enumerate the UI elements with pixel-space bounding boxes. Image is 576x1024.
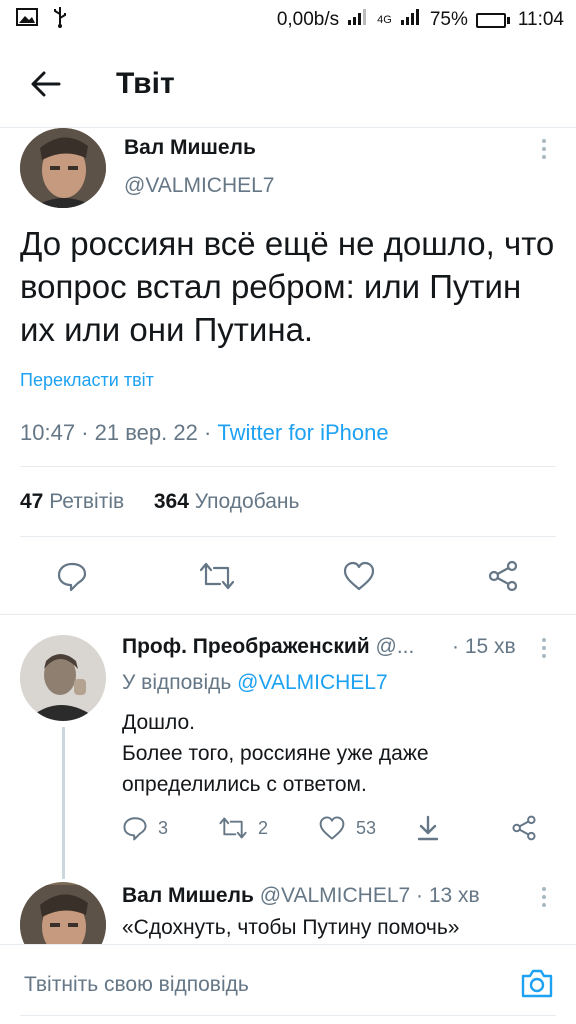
image-icon [16, 8, 38, 32]
arrow-left-icon [31, 71, 61, 96]
retweet-button[interactable]: 2 [218, 815, 268, 841]
reply-icon [123, 817, 147, 841]
author-handle[interactable]: @... [376, 635, 415, 658]
usb-icon [52, 6, 68, 34]
tweet-time: 10:47 [20, 420, 76, 445]
reply-actions: 3 2 53 [122, 815, 552, 851]
avatar[interactable] [20, 882, 106, 944]
author-name[interactable]: Проф. Преображенский [122, 635, 370, 658]
status-bar: 0,00b/s 4G 75% 11:04 [0, 0, 576, 40]
like-icon[interactable] [342, 560, 376, 597]
share-icon[interactable] [510, 815, 538, 841]
reply-tweet[interactable]: Вал Мишель @VALMICHEL7 · 13 хв «Сдохнуть… [0, 878, 576, 944]
tweet-actions [0, 552, 576, 608]
network-type: 4G [377, 14, 392, 26]
more-options-icon[interactable] [534, 134, 554, 164]
divider [20, 466, 556, 467]
like-button[interactable]: 53 [318, 815, 376, 841]
download-icon[interactable] [416, 815, 440, 841]
battery-percent: 75% [429, 9, 468, 30]
author-handle[interactable]: @VALMICHEL7 [124, 174, 274, 198]
reply-header: Вал Мишель @VALMICHEL7 · 13 хв [122, 884, 480, 908]
compose-bar: Твітніть свою відповідь [0, 944, 576, 1024]
retweets-stat[interactable]: 47 Ретвітів [20, 490, 124, 513]
reply-to-handle[interactable]: @VALMICHEL7 [237, 671, 387, 694]
thread-line [62, 727, 65, 879]
author-name[interactable]: Вал Мишель [122, 884, 254, 907]
reply-text: «Сдохнуть, чтобы Путину помочь» [122, 916, 460, 939]
tweet-text: До россиян всё ещё не дошло, что вопрос … [20, 225, 555, 348]
camera-icon[interactable] [520, 967, 554, 1004]
tweet-stats: 47 Ретвітів 364 Уподобань [20, 490, 299, 514]
reply-to-label: У відповідь [122, 671, 232, 694]
share-icon[interactable] [486, 560, 520, 597]
page-title: Твіт [116, 66, 175, 100]
net-speed: 0,00b/s [276, 9, 340, 30]
tweet-meta: 10:47 · 21 вер. 22 · Twitter for iPhone [20, 420, 389, 445]
author-name[interactable]: Вал Мишель [124, 136, 256, 160]
avatar[interactable] [20, 128, 106, 208]
retweet-icon [219, 817, 247, 839]
divider [20, 536, 556, 537]
back-button[interactable] [0, 40, 92, 128]
reply-icon[interactable] [56, 560, 88, 597]
author-handle[interactable]: @VALMICHEL7 [260, 884, 410, 907]
reply-time: · 15 хв [452, 635, 516, 658]
reply-header: Проф. Преображенский @... [122, 635, 414, 659]
battery-icon [475, 12, 510, 28]
retweets-count: 47 [20, 490, 44, 513]
more-options-icon[interactable] [534, 882, 554, 912]
likes-count: 364 [153, 490, 189, 513]
likes-stat[interactable]: 364 Уподобань [154, 490, 300, 513]
translate-link[interactable]: Перекласти твіт [20, 370, 154, 391]
divider [20, 1015, 556, 1016]
tweet-client-link[interactable]: Twitter for iPhone [217, 420, 388, 445]
retweet-icon[interactable] [198, 560, 236, 597]
likes-label: Уподобань [194, 490, 300, 513]
like-icon [319, 816, 345, 840]
retweet-count: 2 [258, 817, 269, 838]
reply-text-line: Дошло. [122, 711, 195, 734]
retweets-label: Ретвітів [49, 490, 125, 513]
clock: 11:04 [517, 9, 564, 30]
signal-4g-icon [400, 8, 422, 32]
reply-count: 3 [158, 817, 169, 838]
like-count: 53 [356, 817, 377, 838]
reply-text: Дошло. Более того, россияне уже даже опр… [122, 707, 542, 800]
reply-text-line: Более того, россияне уже даже определили… [122, 742, 429, 796]
reply-button[interactable]: 3 [122, 815, 168, 841]
tweet-date: 21 вер. 22 [94, 420, 198, 445]
reply-input[interactable]: Твітніть свою відповідь [24, 973, 249, 997]
app-header: Твіт [0, 40, 576, 128]
divider [0, 614, 576, 615]
reply-to: У відповідь @VALMICHEL7 [122, 671, 388, 695]
more-options-icon[interactable] [534, 633, 554, 663]
reply-time: · 13 хв [416, 884, 480, 907]
avatar[interactable] [20, 635, 106, 721]
signal-icon [347, 8, 369, 32]
